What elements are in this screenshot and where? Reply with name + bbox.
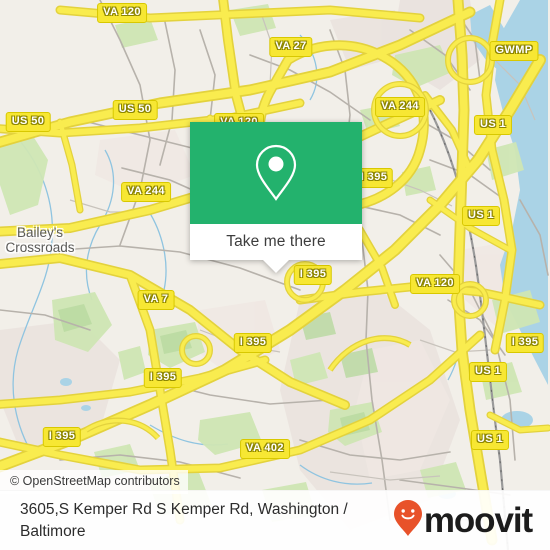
popup-tail (263, 260, 289, 273)
moovit-wordmark: moovit (423, 501, 533, 540)
road-shield: US 1 (468, 362, 508, 382)
road-shield: VA 402 (240, 439, 290, 459)
moovit-logo[interactable]: moovit (393, 499, 550, 542)
map-page: US 50 VA 120 US 50 VA 244 VA 120 VA 27 VA 244 G… (0, 0, 550, 550)
road-shield: GWMP (489, 41, 539, 61)
moovit-pin-smiley-icon (393, 499, 423, 542)
map-pin-icon (253, 142, 299, 204)
road-shield: I 395 (505, 333, 545, 353)
address-text: 3605,S Kemper Rd S Kemper Rd, Washington… (20, 500, 348, 540)
take-me-there-button[interactable]: Take me there (190, 224, 362, 260)
place-label: Bailey's Crossroads (5, 225, 75, 255)
footer-bar: 3605,S Kemper Rd S Kemper Rd, Washington… (0, 490, 550, 550)
road-shield: US 50 (112, 100, 158, 120)
road-shield: US 1 (461, 206, 501, 226)
map-vector-layer (0, 0, 550, 550)
road-shield: I 395 (233, 333, 273, 353)
road-shield: VA 120 (410, 274, 460, 294)
map-canvas[interactable]: US 50 VA 120 US 50 VA 244 VA 120 VA 27 VA 244 G… (0, 0, 550, 550)
popup-photo (190, 122, 362, 224)
road-shield: VA 7 (137, 290, 175, 310)
road-shield: US 1 (473, 115, 513, 135)
road-shield: VA 244 (121, 182, 171, 202)
road-shield: VA 244 (375, 97, 425, 117)
road-shield: US 50 (5, 112, 51, 132)
road-shield: I 395 (143, 368, 183, 388)
road-shield: VA 27 (269, 37, 313, 57)
road-shield: VA 120 (97, 3, 147, 23)
location-popup-card[interactable]: Take me there (190, 122, 362, 273)
road-shield: US 1 (470, 430, 510, 450)
take-me-there-label: Take me there (226, 233, 326, 250)
road-shield: I 395 (42, 427, 82, 447)
